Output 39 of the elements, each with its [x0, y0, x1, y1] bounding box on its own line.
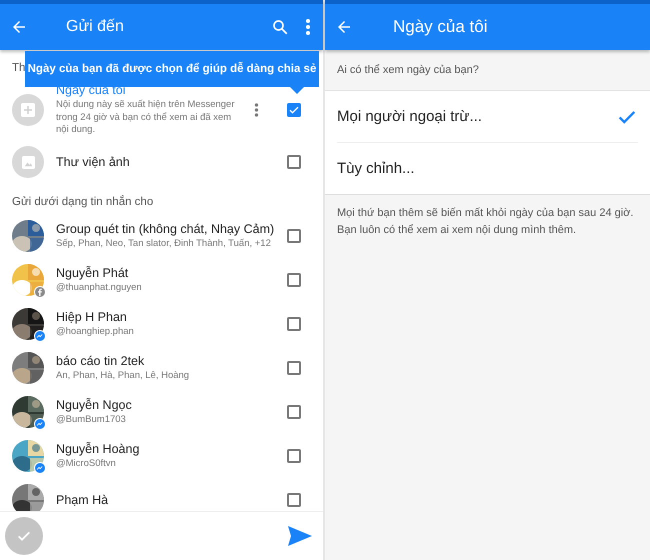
- contact-name: Hiệp H Phan: [56, 310, 128, 324]
- section-heading: Gửi dưới dạng tin nhắn cho: [11, 194, 154, 210]
- contact-name: báo cáo tin 2tek: [56, 354, 146, 368]
- privacy-option[interactable]: Mọi người ngoại trừ...: [337, 91, 638, 144]
- checkbox[interactable]: [287, 273, 301, 287]
- contact-subtitle: Sếp, Phan, Neo, Tan slator, Đinh Thành, Tuấn, +12: [56, 238, 272, 250]
- tooltip-arrow-icon: [290, 87, 304, 94]
- more-button[interactable]: [303, 16, 313, 38]
- add-story-icon: [12, 94, 44, 126]
- tooltip: Ngày của bạn đã được chọn để giúp dễ dàng chia sẻ: [25, 51, 319, 87]
- contact-name: Nguyễn Phát: [56, 266, 130, 280]
- checkbox[interactable]: [287, 493, 301, 507]
- send-icon: [287, 525, 313, 547]
- more-icon: [305, 18, 311, 36]
- screen-title: Gửi đến: [66, 18, 125, 36]
- checkbox[interactable]: [287, 449, 301, 463]
- privacy-option[interactable]: Tùy chỉnh...: [337, 143, 638, 194]
- contact-subtitle: An, Phan, Hà, Phan, Lê, Hoàng: [56, 370, 190, 382]
- checkbox[interactable]: [287, 229, 301, 243]
- gallery-icon: [12, 146, 44, 178]
- contact-subtitle: @BumBum1703: [56, 414, 127, 426]
- search-icon: [271, 18, 289, 36]
- check-icon: [288, 104, 300, 116]
- more-icon: [254, 102, 259, 118]
- checkbox[interactable]: [287, 155, 301, 169]
- checkbox[interactable]: [287, 317, 301, 331]
- checkbox[interactable]: [287, 405, 301, 419]
- checkbox[interactable]: [287, 103, 301, 117]
- contact-subtitle: @hoanghiep.phan: [56, 326, 135, 338]
- contact-name: Nguyễn Hoàng: [56, 442, 140, 456]
- checkbox[interactable]: [287, 361, 301, 375]
- contact-name: Nguyễn Ngọc: [56, 398, 133, 412]
- screen-title: Ngày của tôi: [393, 17, 488, 37]
- item-description: Nội dung này sẽ xuất hiện trên Messenger trong 24 giờ và bạn có thể xem ai đã xem nội dung.: [56, 99, 236, 137]
- contact-name: Phạm Hà: [56, 493, 110, 507]
- contact-name: Group quét tin (không chát, Nhạy Cảm): [56, 222, 275, 236]
- contact-subtitle: @MicroS0ftvn: [56, 458, 117, 470]
- item-title: Thư viện ảnh: [56, 155, 131, 169]
- contact-subtitle: @thuanphat.nguyen: [56, 282, 143, 294]
